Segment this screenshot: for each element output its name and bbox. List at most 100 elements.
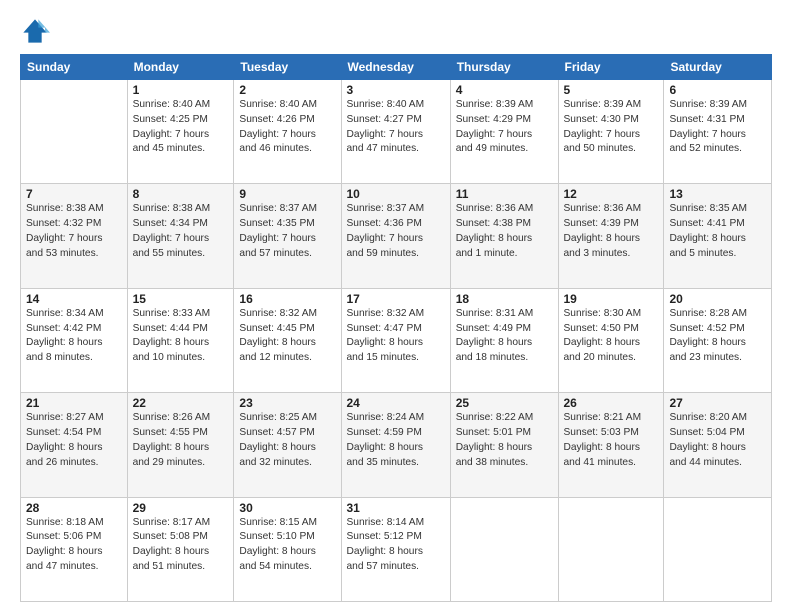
day-number: 18 <box>456 292 553 306</box>
calendar-cell: 13Sunrise: 8:35 AMSunset: 4:41 PMDayligh… <box>664 184 772 288</box>
day-number: 4 <box>456 83 553 97</box>
day-number: 6 <box>669 83 766 97</box>
calendar-cell <box>21 80 128 184</box>
day-number: 1 <box>133 83 229 97</box>
day-number: 27 <box>669 396 766 410</box>
day-info: Sunrise: 8:31 AMSunset: 4:49 PMDaylight:… <box>456 307 553 366</box>
day-info: Sunrise: 8:20 AMSunset: 5:04 PMDaylight:… <box>669 411 766 470</box>
day-info: Sunrise: 8:34 AMSunset: 4:42 PMDaylight:… <box>26 307 122 366</box>
calendar-cell: 8Sunrise: 8:38 AMSunset: 4:34 PMDaylight… <box>127 184 234 288</box>
weekday-header-row: SundayMondayTuesdayWednesdayThursdayFrid… <box>21 55 772 80</box>
weekday-friday: Friday <box>558 55 664 80</box>
calendar-cell: 4Sunrise: 8:39 AMSunset: 4:29 PMDaylight… <box>450 80 558 184</box>
week-row-5: 28Sunrise: 8:18 AMSunset: 5:06 PMDayligh… <box>21 497 772 601</box>
weekday-sunday: Sunday <box>21 55 128 80</box>
day-info: Sunrise: 8:40 AMSunset: 4:25 PMDaylight:… <box>133 98 229 157</box>
calendar-cell: 18Sunrise: 8:31 AMSunset: 4:49 PMDayligh… <box>450 288 558 392</box>
day-info: Sunrise: 8:38 AMSunset: 4:34 PMDaylight:… <box>133 202 229 261</box>
calendar-cell: 3Sunrise: 8:40 AMSunset: 4:27 PMDaylight… <box>341 80 450 184</box>
calendar-cell: 31Sunrise: 8:14 AMSunset: 5:12 PMDayligh… <box>341 497 450 601</box>
day-info: Sunrise: 8:15 AMSunset: 5:10 PMDaylight:… <box>239 516 335 575</box>
day-number: 23 <box>239 396 335 410</box>
day-info: Sunrise: 8:39 AMSunset: 4:30 PMDaylight:… <box>564 98 659 157</box>
calendar-cell: 12Sunrise: 8:36 AMSunset: 4:39 PMDayligh… <box>558 184 664 288</box>
calendar-cell: 19Sunrise: 8:30 AMSunset: 4:50 PMDayligh… <box>558 288 664 392</box>
day-info: Sunrise: 8:37 AMSunset: 4:35 PMDaylight:… <box>239 202 335 261</box>
day-info: Sunrise: 8:38 AMSunset: 4:32 PMDaylight:… <box>26 202 122 261</box>
day-info: Sunrise: 8:27 AMSunset: 4:54 PMDaylight:… <box>26 411 122 470</box>
calendar-cell: 16Sunrise: 8:32 AMSunset: 4:45 PMDayligh… <box>234 288 341 392</box>
calendar-cell: 7Sunrise: 8:38 AMSunset: 4:32 PMDaylight… <box>21 184 128 288</box>
day-number: 15 <box>133 292 229 306</box>
calendar-cell: 6Sunrise: 8:39 AMSunset: 4:31 PMDaylight… <box>664 80 772 184</box>
day-info: Sunrise: 8:35 AMSunset: 4:41 PMDaylight:… <box>669 202 766 261</box>
calendar-cell: 1Sunrise: 8:40 AMSunset: 4:25 PMDaylight… <box>127 80 234 184</box>
page: SundayMondayTuesdayWednesdayThursdayFrid… <box>0 0 792 612</box>
day-number: 2 <box>239 83 335 97</box>
calendar-cell: 30Sunrise: 8:15 AMSunset: 5:10 PMDayligh… <box>234 497 341 601</box>
day-number: 16 <box>239 292 335 306</box>
calendar-cell: 28Sunrise: 8:18 AMSunset: 5:06 PMDayligh… <box>21 497 128 601</box>
day-number: 17 <box>347 292 445 306</box>
calendar-cell: 29Sunrise: 8:17 AMSunset: 5:08 PMDayligh… <box>127 497 234 601</box>
day-number: 13 <box>669 187 766 201</box>
day-number: 25 <box>456 396 553 410</box>
day-info: Sunrise: 8:14 AMSunset: 5:12 PMDaylight:… <box>347 516 445 575</box>
week-row-1: 1Sunrise: 8:40 AMSunset: 4:25 PMDaylight… <box>21 80 772 184</box>
day-info: Sunrise: 8:25 AMSunset: 4:57 PMDaylight:… <box>239 411 335 470</box>
day-info: Sunrise: 8:32 AMSunset: 4:47 PMDaylight:… <box>347 307 445 366</box>
day-info: Sunrise: 8:40 AMSunset: 4:27 PMDaylight:… <box>347 98 445 157</box>
day-number: 3 <box>347 83 445 97</box>
header <box>20 16 772 46</box>
day-info: Sunrise: 8:30 AMSunset: 4:50 PMDaylight:… <box>564 307 659 366</box>
calendar-cell <box>558 497 664 601</box>
day-info: Sunrise: 8:40 AMSunset: 4:26 PMDaylight:… <box>239 98 335 157</box>
day-info: Sunrise: 8:18 AMSunset: 5:06 PMDaylight:… <box>26 516 122 575</box>
calendar-cell: 9Sunrise: 8:37 AMSunset: 4:35 PMDaylight… <box>234 184 341 288</box>
logo <box>20 16 54 46</box>
day-number: 14 <box>26 292 122 306</box>
calendar-cell <box>664 497 772 601</box>
calendar-cell: 2Sunrise: 8:40 AMSunset: 4:26 PMDaylight… <box>234 80 341 184</box>
day-info: Sunrise: 8:32 AMSunset: 4:45 PMDaylight:… <box>239 307 335 366</box>
day-number: 21 <box>26 396 122 410</box>
week-row-2: 7Sunrise: 8:38 AMSunset: 4:32 PMDaylight… <box>21 184 772 288</box>
day-info: Sunrise: 8:36 AMSunset: 4:39 PMDaylight:… <box>564 202 659 261</box>
day-info: Sunrise: 8:39 AMSunset: 4:29 PMDaylight:… <box>456 98 553 157</box>
weekday-wednesday: Wednesday <box>341 55 450 80</box>
weekday-thursday: Thursday <box>450 55 558 80</box>
day-info: Sunrise: 8:21 AMSunset: 5:03 PMDaylight:… <box>564 411 659 470</box>
day-info: Sunrise: 8:17 AMSunset: 5:08 PMDaylight:… <box>133 516 229 575</box>
calendar-cell: 15Sunrise: 8:33 AMSunset: 4:44 PMDayligh… <box>127 288 234 392</box>
calendar-cell: 23Sunrise: 8:25 AMSunset: 4:57 PMDayligh… <box>234 393 341 497</box>
day-number: 29 <box>133 501 229 515</box>
day-info: Sunrise: 8:26 AMSunset: 4:55 PMDaylight:… <box>133 411 229 470</box>
weekday-monday: Monday <box>127 55 234 80</box>
calendar-cell: 27Sunrise: 8:20 AMSunset: 5:04 PMDayligh… <box>664 393 772 497</box>
week-row-4: 21Sunrise: 8:27 AMSunset: 4:54 PMDayligh… <box>21 393 772 497</box>
day-number: 26 <box>564 396 659 410</box>
day-info: Sunrise: 8:24 AMSunset: 4:59 PMDaylight:… <box>347 411 445 470</box>
day-number: 7 <box>26 187 122 201</box>
day-number: 31 <box>347 501 445 515</box>
day-number: 11 <box>456 187 553 201</box>
calendar-table: SundayMondayTuesdayWednesdayThursdayFrid… <box>20 54 772 602</box>
calendar-cell: 11Sunrise: 8:36 AMSunset: 4:38 PMDayligh… <box>450 184 558 288</box>
day-number: 5 <box>564 83 659 97</box>
calendar-cell: 26Sunrise: 8:21 AMSunset: 5:03 PMDayligh… <box>558 393 664 497</box>
calendar-cell <box>450 497 558 601</box>
day-number: 22 <box>133 396 229 410</box>
calendar-cell: 20Sunrise: 8:28 AMSunset: 4:52 PMDayligh… <box>664 288 772 392</box>
day-info: Sunrise: 8:36 AMSunset: 4:38 PMDaylight:… <box>456 202 553 261</box>
day-info: Sunrise: 8:33 AMSunset: 4:44 PMDaylight:… <box>133 307 229 366</box>
calendar-cell: 22Sunrise: 8:26 AMSunset: 4:55 PMDayligh… <box>127 393 234 497</box>
day-number: 20 <box>669 292 766 306</box>
week-row-3: 14Sunrise: 8:34 AMSunset: 4:42 PMDayligh… <box>21 288 772 392</box>
calendar-cell: 24Sunrise: 8:24 AMSunset: 4:59 PMDayligh… <box>341 393 450 497</box>
calendar-cell: 25Sunrise: 8:22 AMSunset: 5:01 PMDayligh… <box>450 393 558 497</box>
calendar-cell: 17Sunrise: 8:32 AMSunset: 4:47 PMDayligh… <box>341 288 450 392</box>
calendar-cell: 21Sunrise: 8:27 AMSunset: 4:54 PMDayligh… <box>21 393 128 497</box>
day-number: 24 <box>347 396 445 410</box>
day-number: 9 <box>239 187 335 201</box>
day-number: 10 <box>347 187 445 201</box>
